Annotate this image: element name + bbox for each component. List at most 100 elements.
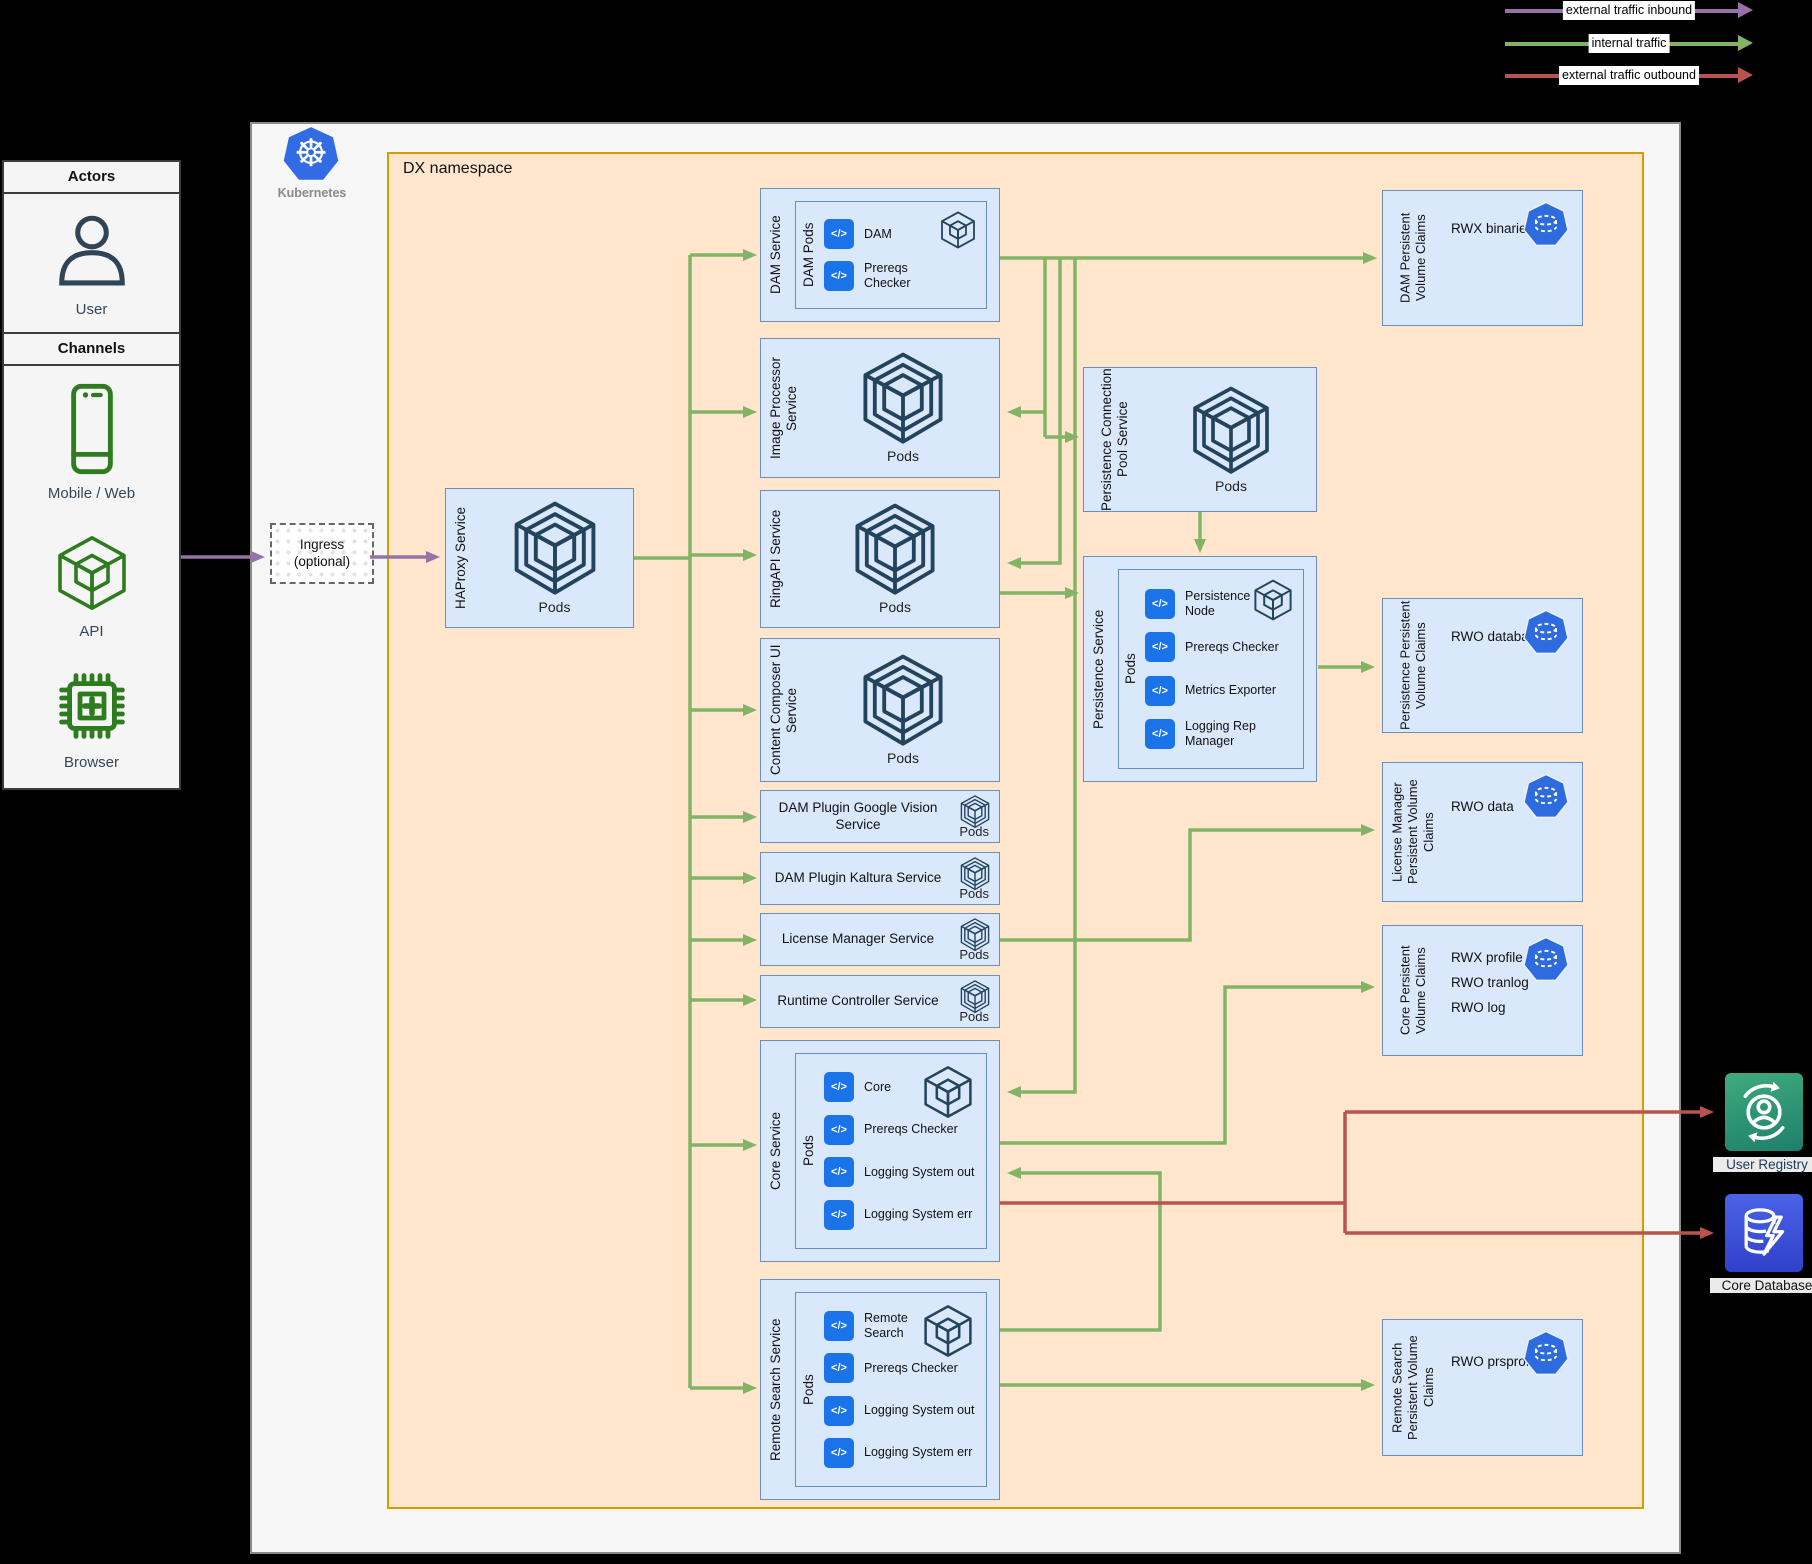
remote-search-service-node: Remote Search Service Pods </>Remote Sea… xyxy=(760,1279,1000,1500)
claim-label: RWO log xyxy=(1451,1000,1582,1015)
pods-label: Pods xyxy=(959,1009,989,1024)
remote-search-pvc-node: Remote Search Persistent Volume Claims R… xyxy=(1382,1319,1583,1456)
container-code-icon: </> xyxy=(1145,676,1175,706)
container-label: Logging Rep Manager xyxy=(1185,719,1301,749)
container-code-icon: </> xyxy=(824,1072,854,1102)
pods-cube-icon xyxy=(860,352,946,446)
ringapi-service-node: RingAPI Service Pods xyxy=(760,490,1000,628)
channel-browser: Browser xyxy=(4,654,179,782)
service-title: HAProxy Service xyxy=(446,489,476,627)
actor-user: User xyxy=(4,194,179,332)
deployment-cube-icon xyxy=(1251,578,1295,622)
container-code-icon: </> xyxy=(824,1200,854,1230)
pods-label: Pods xyxy=(887,448,919,464)
pods-cube-icon xyxy=(1190,386,1272,476)
pods-group-label: Pods xyxy=(796,1054,822,1248)
license-manager-service-node: License Manager Service Pods xyxy=(760,913,1000,966)
pods-label: Pods xyxy=(539,599,571,615)
service-title: Image Processor Service xyxy=(761,339,807,477)
service-title: Content Composer UI Service xyxy=(761,639,807,781)
container-code-icon: </> xyxy=(824,1438,854,1468)
pods-group-label: Pods xyxy=(1119,570,1143,768)
deployment-cube-icon xyxy=(938,210,978,250)
deployment-cube-icon xyxy=(920,1303,976,1359)
pods-group-label: Pods xyxy=(796,1293,822,1486)
core-database-glyph-icon xyxy=(1731,1200,1797,1266)
pvc-heptagon-icon xyxy=(1522,773,1570,821)
pods-label: Pods xyxy=(1215,478,1247,494)
container-code-icon: </> xyxy=(824,1157,854,1187)
actors-channels-sidebar: Actors User Channels Mobile / Web API Br… xyxy=(2,160,181,790)
channel-mobile-web: Mobile / Web xyxy=(4,366,179,516)
haproxy-service-node: HAProxy Service Pods xyxy=(445,488,634,628)
container-row: </> Logging System err xyxy=(824,1200,984,1230)
license-manager-pvc-node: License Manager Persistent Volume Claims… xyxy=(1382,762,1583,902)
diagram-canvas: external traffic inbound internal traffi… xyxy=(0,0,1812,1564)
pvc-heptagon-icon xyxy=(1522,201,1570,249)
ingress-node: Ingress (optional) xyxy=(270,523,374,584)
deployment-cube-icon xyxy=(920,1064,976,1120)
pvc-heptagon-icon xyxy=(1522,1330,1570,1378)
container-label: Logging System out xyxy=(864,1165,975,1180)
pods-cube-icon xyxy=(860,654,946,748)
pods-cube-icon xyxy=(511,501,599,597)
service-title: DAM Service xyxy=(761,189,791,321)
container-row: </> Logging Rep Manager xyxy=(1145,719,1301,749)
persistence-connection-pool-service-node: Persistence Connection Pool Service Pods xyxy=(1083,367,1317,512)
channel-label: API xyxy=(79,623,103,640)
container-label: Prereqs Checker xyxy=(864,1361,958,1376)
pvc-title: DAM Persistent Volume Claims xyxy=(1383,191,1443,325)
dam-pods-group: DAM Pods </> DAM </> Prereqs Checker xyxy=(795,201,987,309)
container-code-icon: </> xyxy=(824,261,854,291)
core-database-label: Core Database xyxy=(1710,1278,1812,1293)
remote-search-pods-group: Pods </>Remote Search </>Prereqs Checker… xyxy=(795,1292,987,1487)
legend-row-inbound: external traffic inbound xyxy=(1505,1,1753,21)
container-label: Logging System err xyxy=(864,1207,972,1222)
kubernetes-logo-label: Kubernetes xyxy=(262,186,362,200)
container-code-icon: </> xyxy=(824,1396,854,1426)
container-code-icon: </> xyxy=(1145,719,1175,749)
container-row: </> Metrics Exporter xyxy=(1145,676,1301,706)
pods-label: Pods xyxy=(887,750,919,766)
pods-label: Pods xyxy=(959,824,989,839)
container-row: </> Logging System err xyxy=(824,1438,984,1468)
legend-row-internal: internal traffic xyxy=(1505,34,1753,54)
actors-header: Actors xyxy=(4,162,179,194)
legend-label: external traffic outbound xyxy=(1559,66,1699,85)
service-title: Persistence Connection Pool Service xyxy=(1084,368,1146,511)
pvc-heptagon-icon xyxy=(1522,609,1570,657)
pods-group-label: DAM Pods xyxy=(796,202,822,308)
container-label: Prereqs Checker xyxy=(1185,640,1279,655)
container-row: </> Logging System out xyxy=(824,1396,984,1426)
container-row: </> Logging System out xyxy=(824,1157,984,1187)
pods-cube-icon xyxy=(852,503,938,597)
internal-arrowhead-icon xyxy=(1738,35,1753,51)
pods-label: Pods xyxy=(959,947,989,962)
persistence-pods-group: Pods </>Persistence Node </>Prereqs Chec… xyxy=(1118,569,1304,769)
pvc-heptagon-icon xyxy=(1522,936,1570,984)
container-label: Prereqs Checker xyxy=(864,1122,958,1137)
user-icon xyxy=(50,209,134,293)
service-title: Remote Search Service xyxy=(761,1280,791,1499)
container-code-icon: </> xyxy=(824,219,854,249)
container-label: Logging System err xyxy=(864,1445,972,1460)
mobile-icon xyxy=(65,381,119,477)
image-processor-service-node: Image Processor Service Pods xyxy=(760,338,1000,478)
legend-label: external traffic inbound xyxy=(1563,1,1695,20)
inbound-arrowhead-icon xyxy=(1738,2,1753,18)
container-label: Prereqs Checker xyxy=(864,261,944,291)
core-pvc-node: Core Persistent Volume Claims RWX profil… xyxy=(1382,925,1583,1056)
container-label: Logging System out xyxy=(864,1403,975,1418)
pods-label: Pods xyxy=(879,599,911,615)
container-label: Metrics Exporter xyxy=(1185,683,1276,698)
service-title: RingAPI Service xyxy=(761,491,791,627)
core-database-icon xyxy=(1725,1194,1803,1272)
pvc-title: Persistence Persistent Volume Claims xyxy=(1383,599,1443,732)
dam-pvc-node: DAM Persistent Volume Claims RWX binarie… xyxy=(1382,190,1583,326)
user-registry-label: User Registry xyxy=(1713,1157,1812,1172)
container-label: DAM xyxy=(864,227,892,242)
dam-plugin-kaltura-service-node: DAM Plugin Kaltura Service Pods xyxy=(760,852,1000,905)
legend-row-outbound: external traffic outbound xyxy=(1505,66,1753,86)
api-cube-icon xyxy=(52,531,132,615)
container-code-icon: </> xyxy=(824,1311,854,1341)
